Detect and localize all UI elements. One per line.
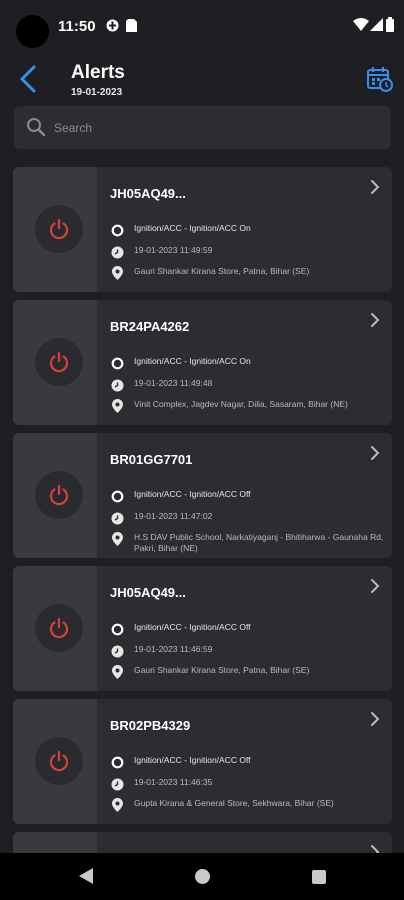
- cell-signal-icon: [370, 18, 383, 31]
- clock-icon: [110, 777, 124, 791]
- ring-icon: [110, 223, 124, 237]
- alert-location: Gauri Shankar Kirana Store, Patna, Bihar…: [134, 665, 310, 675]
- alert-location: Gauri Shankar Kirana Store, Patna, Bihar…: [134, 266, 310, 276]
- vehicle-plate: JH05AQ49...: [110, 585, 186, 600]
- camera-cutout: [16, 15, 49, 48]
- power-icon: [49, 750, 69, 772]
- power-icon-badge: [35, 338, 83, 386]
- alert-event: Ignition/ACC - Ignition/ACC Off: [134, 489, 251, 499]
- search-bar[interactable]: [14, 106, 391, 149]
- nav-recents-icon[interactable]: [312, 870, 326, 884]
- location-pin-icon: [110, 399, 124, 413]
- alert-location: Vinit Complex, Jagdev Nagar, Dilia, Sasa…: [134, 399, 348, 409]
- clock-icon: [110, 245, 124, 259]
- alert-location-row: Gauri Shankar Kirana Store, Patna, Bihar…: [110, 266, 309, 280]
- chevron-right-icon[interactable]: [370, 711, 380, 727]
- alert-card[interactable]: JH05AQ49... Ignition/ACC - Ignition/ACC …: [13, 566, 392, 691]
- alert-card[interactable]: BR02PB4329 Ignition/ACC - Ignition/ACC O…: [13, 699, 392, 824]
- chevron-right-icon[interactable]: [370, 179, 380, 195]
- back-arrow-icon: [20, 65, 36, 93]
- sim-card-icon: [126, 19, 137, 32]
- status-bar: 11:50: [0, 0, 404, 52]
- vehicle-plate: BR02PB4329: [110, 718, 191, 733]
- nav-back-icon[interactable]: [78, 867, 94, 885]
- alert-event-row: Ignition/ACC - Ignition/ACC Off: [110, 489, 251, 503]
- alert-event-row: Ignition/ACC - Ignition/ACC On: [110, 356, 251, 370]
- alert-time-row: 19-01-2023 11:47:02: [110, 511, 212, 525]
- alert-time-row: 19-01-2023 11:49:48: [110, 378, 212, 392]
- alert-event: Ignition/ACC - Ignition/ACC Off: [134, 622, 251, 632]
- alert-time-row: 19-01-2023 11:46:35: [110, 777, 212, 791]
- alert-card[interactable]: BR01GG7701 Ignition/ACC - Ignition/ACC O…: [13, 433, 392, 558]
- ring-icon: [110, 622, 124, 636]
- battery-icon: [386, 17, 394, 32]
- alert-card[interactable]: JH05AQ49... Ignition/ACC - Ignition/ACC …: [13, 167, 392, 292]
- alert-event: Ignition/ACC - Ignition/ACC Off: [134, 755, 251, 765]
- alert-icon-panel: [13, 167, 97, 292]
- wifi-icon: [353, 18, 369, 31]
- power-icon: [49, 484, 69, 506]
- power-icon-badge: [35, 471, 83, 519]
- power-icon-badge: [35, 604, 83, 652]
- alert-location-row: Vinit Complex, Jagdev Nagar, Dilia, Sasa…: [110, 399, 348, 413]
- search-input[interactable]: [54, 106, 374, 149]
- power-icon: [49, 617, 69, 639]
- clock-icon: [110, 644, 124, 658]
- power-icon-badge: [35, 205, 83, 253]
- ring-icon: [110, 755, 124, 769]
- alert-event: Ignition/ACC - Ignition/ACC On: [134, 356, 251, 366]
- location-pin-icon: [110, 665, 124, 679]
- alert-datetime: 19-01-2023 11:46:59: [134, 644, 213, 654]
- data-saver-icon: [106, 19, 119, 32]
- chevron-right-icon[interactable]: [370, 312, 380, 328]
- alert-icon-panel: [13, 566, 97, 691]
- alert-icon-panel: [13, 433, 97, 558]
- alert-time-row: 19-01-2023 11:49:59: [110, 245, 212, 259]
- location-pin-icon: [110, 798, 124, 812]
- alert-list: JH05AQ49... Ignition/ACC - Ignition/ACC …: [13, 167, 392, 870]
- chevron-right-icon[interactable]: [370, 578, 380, 594]
- location-pin-icon: [110, 266, 124, 280]
- alert-location-row: Gauri Shankar Kirana Store, Patna, Bihar…: [110, 665, 309, 679]
- alert-card[interactable]: BR24PA4262 Ignition/ACC - Ignition/ACC O…: [13, 300, 392, 425]
- alert-event-row: Ignition/ACC - Ignition/ACC On: [110, 223, 251, 237]
- ring-icon: [110, 489, 124, 503]
- alert-location-row: H.S DAV Public School, Narkatiyaganj - B…: [110, 532, 384, 554]
- alert-event: Ignition/ACC - Ignition/ACC On: [134, 223, 251, 233]
- location-pin-icon: [110, 532, 124, 546]
- back-button[interactable]: [14, 62, 44, 96]
- page-date: 19-01-2023: [71, 87, 123, 98]
- calendar-clock-icon: [367, 67, 393, 92]
- alert-event-row: Ignition/ACC - Ignition/ACC Off: [110, 622, 251, 636]
- power-icon-badge: [35, 737, 83, 785]
- system-nav-bar: [0, 853, 404, 900]
- status-time: 11:50: [58, 18, 96, 35]
- power-icon: [49, 218, 69, 240]
- alert-icon-panel: [13, 699, 97, 824]
- vehicle-plate: BR24PA4262: [110, 319, 190, 334]
- alert-datetime: 19-01-2023 11:46:35: [134, 777, 213, 787]
- alert-event-row: Ignition/ACC - Ignition/ACC Off: [110, 755, 251, 769]
- clock-icon: [110, 511, 124, 525]
- alert-location: H.S DAV Public School, Narkatiyaganj - B…: [134, 532, 384, 553]
- vehicle-plate: JH05AQ49...: [110, 186, 186, 201]
- alert-datetime: 19-01-2023 11:49:59: [134, 245, 213, 255]
- page-title: Alerts: [71, 62, 125, 83]
- nav-home-icon[interactable]: [195, 869, 210, 884]
- alert-location: Gupta Kirana & General Store, Sekhwara, …: [134, 798, 334, 808]
- alert-icon-panel: [13, 300, 97, 425]
- alert-datetime: 19-01-2023 11:49:48: [134, 378, 213, 388]
- clock-icon: [110, 378, 124, 392]
- calendar-button[interactable]: [366, 65, 394, 93]
- search-icon: [27, 118, 46, 137]
- ring-icon: [110, 356, 124, 370]
- chevron-right-icon[interactable]: [370, 445, 380, 461]
- alert-time-row: 19-01-2023 11:46:59: [110, 644, 212, 658]
- alert-datetime: 19-01-2023 11:47:02: [134, 511, 213, 521]
- vehicle-plate: BR01GG7701: [110, 452, 193, 467]
- power-icon: [49, 351, 69, 373]
- alert-location-row: Gupta Kirana & General Store, Sekhwara, …: [110, 798, 334, 812]
